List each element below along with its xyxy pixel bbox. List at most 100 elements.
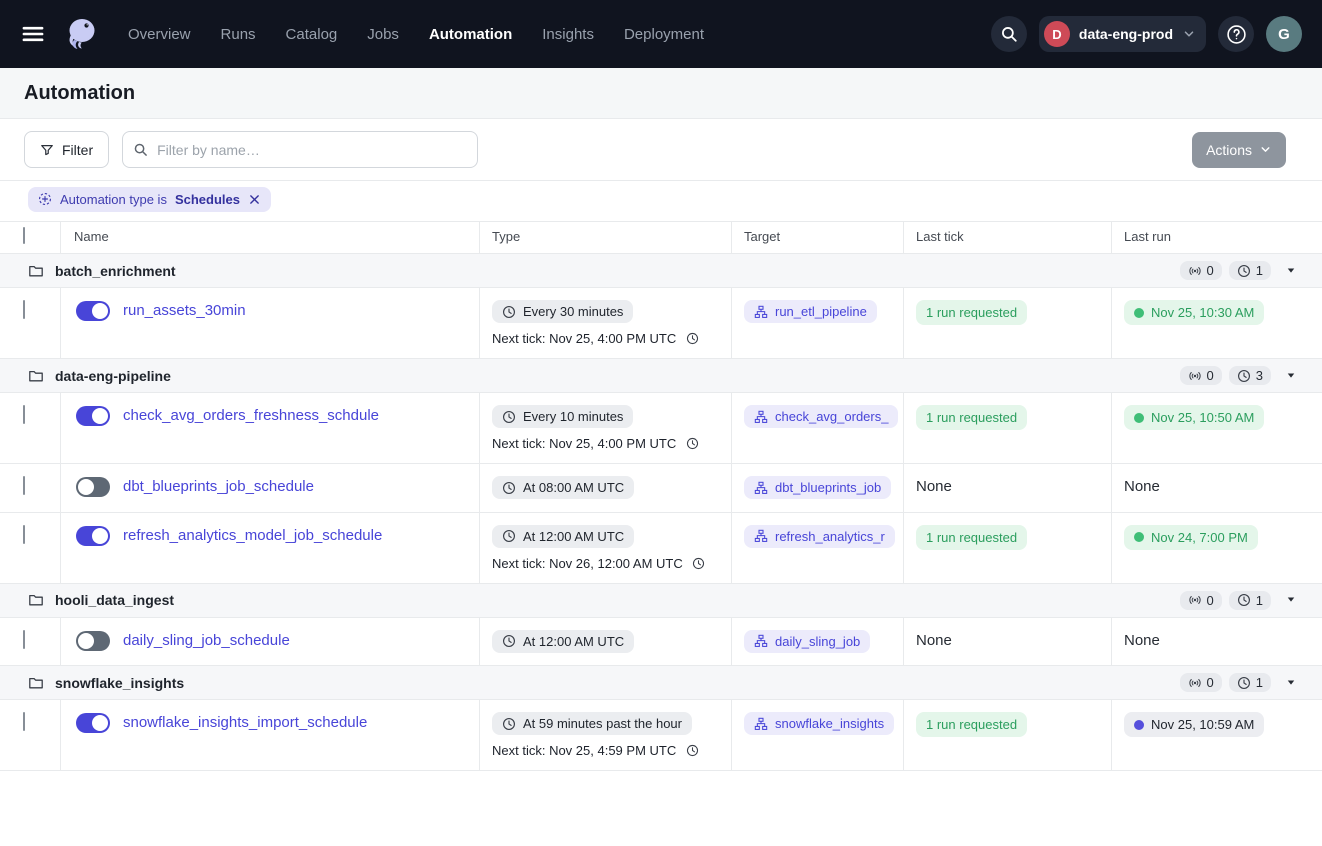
- nav-item-jobs[interactable]: Jobs: [367, 26, 399, 43]
- schedule-toggle[interactable]: [76, 713, 110, 733]
- actions-button[interactable]: Actions: [1192, 132, 1286, 168]
- group-name: hooli_data_ingest: [55, 592, 174, 608]
- schedule-row-snowflake_insights_import_schedule: snowflake_insights_import_schedule At 59…: [0, 700, 1322, 771]
- search-button[interactable]: [991, 16, 1027, 52]
- schedule-name-link[interactable]: run_assets_30min: [123, 300, 246, 321]
- search-icon: [133, 142, 148, 157]
- nav-item-automation[interactable]: Automation: [429, 26, 512, 43]
- schedule-name-link[interactable]: daily_sling_job_schedule: [123, 630, 290, 651]
- nav-item-deployment[interactable]: Deployment: [624, 26, 704, 43]
- hamburger-menu-icon[interactable]: [20, 21, 46, 47]
- success-dot-icon: [1134, 532, 1144, 542]
- job-graph-icon: [754, 410, 768, 424]
- target-pill[interactable]: run_etl_pipeline: [744, 300, 877, 323]
- schedule-count-badge: 1: [1229, 591, 1271, 610]
- group-row-hooli_data_ingest[interactable]: hooli_data_ingest 0 1: [0, 584, 1322, 618]
- collapse-group-button[interactable]: [1284, 263, 1300, 279]
- schedule-interval-pill: Every 30 minutes: [492, 300, 633, 323]
- folder-icon: [28, 263, 44, 279]
- toolbar: Filter Actions: [0, 119, 1322, 181]
- clock-icon: [1237, 264, 1251, 278]
- last-run-link[interactable]: Nov 25, 10:50 AM: [1124, 405, 1264, 430]
- dashed-circle-plus-icon: [38, 192, 52, 206]
- close-icon[interactable]: [248, 193, 261, 206]
- job-graph-icon: [754, 305, 768, 319]
- row-checkbox[interactable]: [23, 300, 25, 319]
- schedule-toggle[interactable]: [76, 631, 110, 651]
- row-checkbox[interactable]: [23, 630, 25, 649]
- nav-item-overview[interactable]: Overview: [128, 26, 191, 43]
- filter-chip-automation-type[interactable]: Automation type is Schedules: [28, 187, 271, 212]
- schedule-name-link[interactable]: dbt_blueprints_job_schedule: [123, 476, 314, 497]
- clock-icon: [502, 529, 516, 543]
- group-row-batch_enrichment[interactable]: batch_enrichment 0 1: [0, 254, 1322, 288]
- schedule-count-badge: 3: [1229, 366, 1271, 385]
- collapse-group-button[interactable]: [1284, 675, 1300, 691]
- col-header-type: Type: [480, 222, 732, 253]
- col-header-name: Name: [61, 222, 480, 253]
- target-pill[interactable]: snowflake_insights: [744, 712, 894, 735]
- row-checkbox[interactable]: [23, 405, 25, 424]
- started-dot-icon: [1134, 720, 1144, 730]
- filter-chip-value: Schedules: [175, 192, 240, 207]
- clock-icon: [686, 332, 699, 345]
- last-tick-status: 1 run requested: [916, 300, 1027, 325]
- user-avatar[interactable]: G: [1266, 16, 1302, 52]
- deployment-switcher[interactable]: D data-eng-prod: [1039, 16, 1206, 52]
- schedule-count-badge: 1: [1229, 673, 1271, 692]
- folder-icon: [28, 592, 44, 608]
- nav-item-insights[interactable]: Insights: [542, 26, 594, 43]
- group-name: snowflake_insights: [55, 675, 184, 691]
- nav-right-controls: D data-eng-prod G: [991, 16, 1302, 52]
- last-run-link[interactable]: Nov 25, 10:59 AM: [1124, 712, 1264, 737]
- target-pill[interactable]: daily_sling_job: [744, 630, 870, 653]
- help-icon: [1226, 24, 1247, 45]
- last-run-link[interactable]: Nov 25, 10:30 AM: [1124, 300, 1264, 325]
- filter-button[interactable]: Filter: [24, 131, 109, 168]
- row-checkbox[interactable]: [23, 476, 25, 495]
- schedule-interval-pill: At 12:00 AM UTC: [492, 525, 634, 548]
- last-run-none: None: [1124, 632, 1160, 649]
- job-graph-icon: [754, 481, 768, 495]
- collapse-group-button[interactable]: [1284, 592, 1300, 608]
- schedule-toggle[interactable]: [76, 301, 110, 321]
- target-pill[interactable]: check_avg_orders_: [744, 405, 898, 428]
- sensor-count-badge: 0: [1180, 591, 1222, 610]
- row-checkbox[interactable]: [23, 525, 25, 544]
- last-tick-status: 1 run requested: [916, 712, 1027, 737]
- clock-icon: [686, 437, 699, 450]
- schedule-toggle[interactable]: [76, 406, 110, 426]
- name-filter-input[interactable]: [122, 131, 478, 168]
- select-all-checkbox[interactable]: [23, 227, 25, 244]
- group-row-snowflake_insights[interactable]: snowflake_insights 0 1: [0, 666, 1322, 700]
- schedule-interval-pill: At 12:00 AM UTC: [492, 630, 634, 653]
- sensor-count-badge: 0: [1180, 673, 1222, 692]
- schedule-name-link[interactable]: refresh_analytics_model_job_schedule: [123, 525, 382, 546]
- primary-nav: Overview Runs Catalog Jobs Automation In…: [128, 26, 704, 43]
- schedule-toggle[interactable]: [76, 526, 110, 546]
- schedule-name-link[interactable]: snowflake_insights_import_schedule: [123, 712, 367, 733]
- schedule-toggle[interactable]: [76, 477, 110, 497]
- last-run-link[interactable]: Nov 24, 7:00 PM: [1124, 525, 1258, 550]
- target-pill[interactable]: refresh_analytics_r: [744, 525, 895, 548]
- schedule-row-check_avg_orders_freshness_schdule: check_avg_orders_freshness_schdule Every…: [0, 393, 1322, 464]
- chevron-down-icon: [1182, 27, 1196, 41]
- dagster-logo-icon[interactable]: [60, 13, 102, 55]
- sensor-icon: [1188, 369, 1202, 383]
- top-nav: Overview Runs Catalog Jobs Automation In…: [0, 0, 1322, 68]
- automation-table: Name Type Target Last tick Last run batc…: [0, 222, 1322, 771]
- schedule-row-run_assets_30min: run_assets_30min Every 30 minutes Next t…: [0, 288, 1322, 359]
- sensor-icon: [1188, 264, 1202, 278]
- group-row-data-eng-pipeline[interactable]: data-eng-pipeline 0 3: [0, 359, 1322, 393]
- collapse-group-button[interactable]: [1284, 368, 1300, 384]
- row-checkbox[interactable]: [23, 712, 25, 731]
- help-button[interactable]: [1218, 16, 1254, 52]
- next-tick-text: Next tick: Nov 26, 12:00 AM UTC: [492, 556, 705, 571]
- group-name: data-eng-pipeline: [55, 368, 171, 384]
- last-tick-status: 1 run requested: [916, 405, 1027, 430]
- nav-item-runs[interactable]: Runs: [221, 26, 256, 43]
- schedule-name-link[interactable]: check_avg_orders_freshness_schdule: [123, 405, 379, 426]
- nav-item-catalog[interactable]: Catalog: [286, 26, 338, 43]
- clock-icon: [502, 481, 516, 495]
- target-pill[interactable]: dbt_blueprints_job: [744, 476, 891, 499]
